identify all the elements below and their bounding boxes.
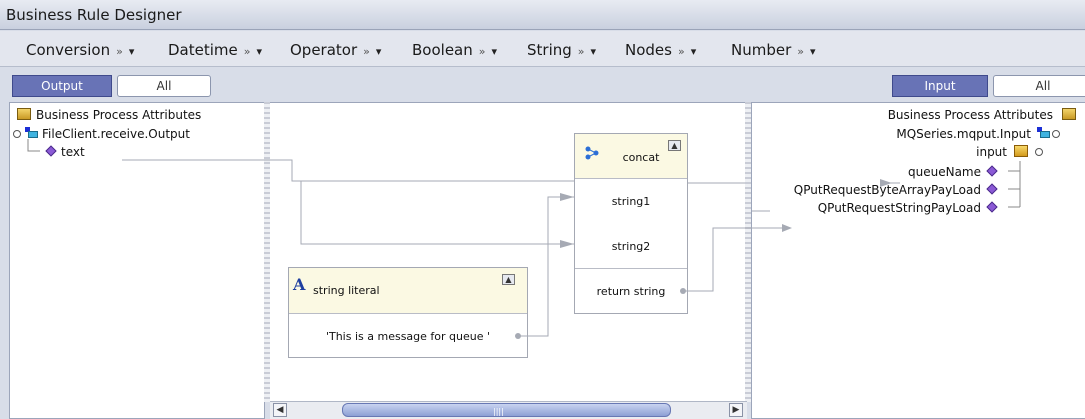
dropdown-arrow-icon: ▾ (590, 45, 597, 58)
concat-return-string[interactable]: return string (575, 285, 687, 298)
menu-label: Conversion (26, 41, 111, 59)
menu-label: Datetime (168, 41, 238, 59)
tree-connector-icon (27, 139, 40, 152)
dropdown-arrow-icon: ▾ (810, 45, 816, 58)
function-menu-bar: Conversion » ▾ Datetime » ▾ Operator » ▾ Boole… (0, 31, 1085, 67)
double-chevron-icon: » (797, 45, 804, 58)
scroll-thumb[interactable]: |||| (342, 403, 671, 417)
structure-node-icon (1040, 131, 1050, 138)
collapse-arrow-icon[interactable]: ▲ (502, 274, 515, 285)
tree-connector-icon (1008, 161, 1021, 208)
left-splitter[interactable] (264, 102, 270, 402)
menu-conversion[interactable]: Conversion » ▾ (26, 41, 134, 59)
canvas-horizontal-scrollbar[interactable]: ◀ |||| ▶ (270, 401, 747, 419)
tree-output-node-label[interactable]: FileClient.receive.Output (42, 127, 190, 141)
scroll-left-arrow-icon[interactable]: ◀ (273, 403, 287, 417)
menu-label: String (527, 41, 572, 59)
string-literal-box[interactable]: A string literal ▲ 'This is a message fo… (288, 267, 528, 358)
dropdown-arrow-icon: ▾ (128, 45, 135, 58)
input-toggle-button[interactable]: Input (892, 75, 988, 97)
window-title-bar: Business Rule Designer (0, 0, 1085, 30)
dropdown-arrow-icon: ▾ (491, 45, 498, 58)
right-splitter[interactable] (745, 102, 751, 402)
string-literal-title: string literal (313, 284, 380, 297)
dropdown-arrow-icon: ▾ (375, 45, 382, 58)
briefcase-icon (17, 108, 31, 120)
attribute-diamond-icon (986, 165, 998, 177)
concat-method-box[interactable]: concat ▲ string1 string2 return string (574, 133, 688, 314)
double-chevron-icon: » (116, 45, 123, 58)
structure-node-icon (28, 131, 38, 138)
divider (575, 268, 687, 269)
tree-toggle-icon[interactable] (1035, 148, 1043, 156)
attribute-diamond-icon (986, 201, 998, 213)
concat-title: concat (622, 151, 660, 164)
double-chevron-icon: » (243, 45, 251, 58)
window-title: Business Rule Designer (6, 6, 182, 24)
concat-input-string2[interactable]: string2 (575, 240, 687, 253)
menu-nodes[interactable]: Nodes » ▾ (625, 41, 696, 59)
menu-label: Operator (290, 41, 358, 59)
string-literal-header: A string literal ▲ (289, 268, 527, 314)
all-outputs-toggle-button[interactable]: All (117, 75, 211, 97)
menu-string[interactable]: String » ▾ (527, 41, 596, 59)
tree-input-node-label[interactable]: MQSeries.mqput.Input (896, 127, 1031, 141)
concat-header: concat ▲ (575, 134, 687, 179)
double-chevron-icon: » (478, 45, 486, 58)
tree-text-field-label[interactable]: text (61, 145, 85, 159)
tree-field-string-payload[interactable]: QPutRequestStringPayLoad (818, 201, 981, 215)
output-tree-panel: Business Process Attributes FileClient.r… (9, 102, 265, 419)
dropdown-arrow-icon: ▾ (690, 45, 697, 58)
menu-boolean[interactable]: Boolean » ▾ (412, 41, 497, 59)
tree-root-label: Business Process Attributes (36, 108, 202, 122)
double-chevron-icon: » (577, 45, 585, 58)
tree-toggle-icon[interactable] (13, 130, 21, 138)
dropdown-arrow-icon: ▾ (256, 45, 263, 58)
attribute-diamond-icon (45, 145, 57, 157)
double-chevron-icon: » (363, 45, 370, 58)
string-literal-value[interactable]: 'This is a message for queue ' (289, 330, 527, 343)
collapse-arrow-icon[interactable]: ▲ (668, 140, 681, 151)
scroll-right-arrow-icon[interactable]: ▶ (729, 403, 743, 417)
all-inputs-toggle-button[interactable]: All (993, 75, 1085, 97)
menu-number[interactable]: Number » ▾ (731, 41, 816, 59)
tree-field-queuename[interactable]: queueName (908, 165, 981, 179)
menu-operator[interactable]: Operator » ▾ (290, 41, 381, 59)
menu-datetime[interactable]: Datetime » ▾ (168, 41, 262, 59)
double-chevron-icon: » (677, 45, 685, 58)
briefcase-icon (1062, 108, 1076, 120)
literal-letter-icon: A (293, 275, 306, 294)
menu-label: Nodes (625, 41, 672, 59)
input-tree-panel: Business Process Attributes MQSeries.mqp… (751, 102, 1085, 419)
menu-label: Number (731, 41, 792, 59)
tree-field-bytearray-payload[interactable]: QPutRequestByteArrayPayLoad (794, 183, 981, 197)
menu-label: Boolean (412, 41, 473, 59)
tree-toggle-icon[interactable] (1052, 130, 1060, 138)
output-toggle-button[interactable]: Output (12, 75, 112, 97)
attribute-diamond-icon (986, 183, 998, 195)
tree-root-label: Business Process Attributes (887, 108, 1053, 122)
grip-icon: |||| (493, 407, 504, 416)
concat-input-string1[interactable]: string1 (575, 195, 687, 208)
